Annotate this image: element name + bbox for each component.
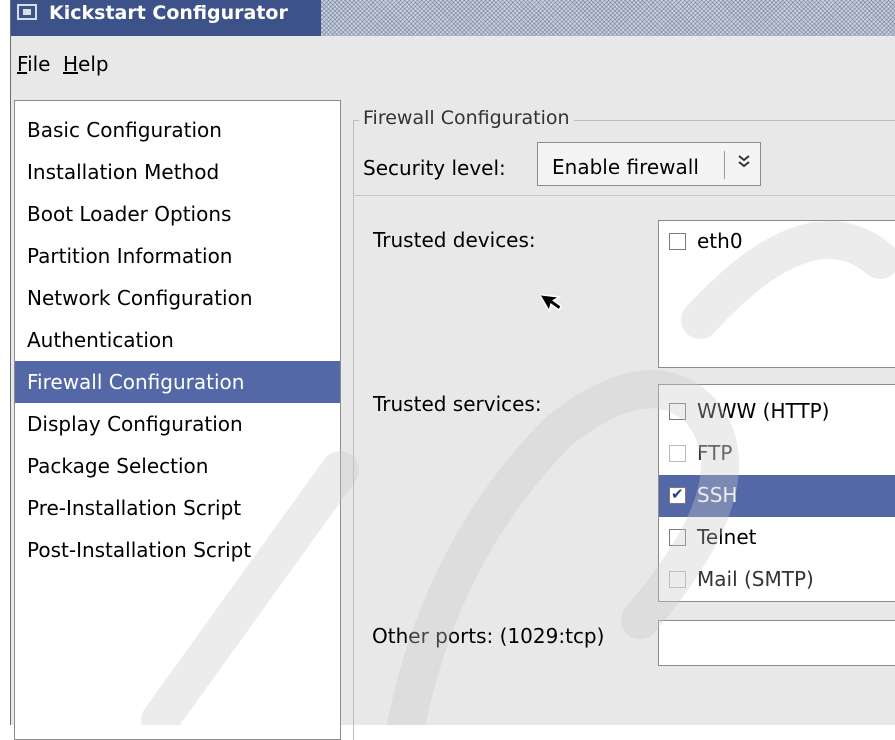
- sidebar-item-firewall-configuration[interactable]: Firewall Configuration: [15, 361, 340, 403]
- menu-help-label: elp: [78, 52, 109, 76]
- window-title: Kickstart Configurator: [49, 2, 288, 24]
- service-label-ssh: SSH: [697, 483, 738, 507]
- menu-help[interactable]: Help: [63, 52, 109, 76]
- menu-bar: File Help: [11, 40, 895, 92]
- menu-file[interactable]: File: [17, 52, 50, 76]
- sidebar-item-package-selection[interactable]: Package Selection: [15, 445, 340, 487]
- separator: [353, 195, 895, 196]
- service-checkbox-www[interactable]: [669, 403, 686, 420]
- security-level-label: Security level:: [363, 156, 506, 180]
- device-row-eth0[interactable]: eth0: [659, 221, 895, 263]
- trusted-devices-label: Trusted devices:: [373, 228, 536, 252]
- service-row-telnet[interactable]: Telnet: [659, 517, 895, 559]
- service-row-mail[interactable]: Mail (SMTP): [659, 559, 895, 601]
- service-checkbox-ftp[interactable]: [669, 445, 686, 462]
- service-checkbox-mail[interactable]: [669, 571, 686, 588]
- service-label-mail: Mail (SMTP): [697, 567, 814, 591]
- trusted-services-label: Trusted services:: [373, 392, 542, 416]
- sidebar-item-partition-information[interactable]: Partition Information: [15, 235, 340, 277]
- sidebar-item-basic-configuration[interactable]: Basic Configuration: [15, 109, 340, 151]
- service-checkbox-ssh[interactable]: [669, 485, 686, 504]
- device-label-eth0: eth0: [697, 229, 743, 253]
- select-divider: [724, 151, 725, 179]
- security-level-select[interactable]: Enable firewall: [537, 142, 761, 186]
- service-row-www[interactable]: WWW (HTTP): [659, 391, 895, 433]
- service-checkbox-telnet[interactable]: [669, 529, 686, 546]
- menu-file-label: ile: [27, 52, 51, 76]
- security-level-value: Enable firewall: [552, 155, 699, 179]
- menu-help-mnemonic: H: [63, 52, 79, 76]
- menu-file-mnemonic: F: [17, 52, 28, 76]
- window-menu-icon[interactable]: [17, 4, 37, 20]
- sidebar-item-installation-method[interactable]: Installation Method: [15, 151, 340, 193]
- sidebar-item-pre-installation-script[interactable]: Pre-Installation Script: [15, 487, 340, 529]
- service-label-telnet: Telnet: [697, 525, 757, 549]
- device-checkbox-eth0[interactable]: [669, 233, 686, 250]
- chevron-down-icon[interactable]: [734, 153, 754, 175]
- title-bar[interactable]: Kickstart Configurator: [11, 0, 895, 40]
- service-label-ftp: FTP: [697, 441, 733, 465]
- trusted-devices-list[interactable]: eth0: [658, 220, 895, 368]
- title-bar-pattern: [321, 0, 895, 36]
- mouse-pointer-icon: [541, 293, 563, 314]
- sidebar-item-network-configuration[interactable]: Network Configuration: [15, 277, 340, 319]
- sidebar-item-post-installation-script[interactable]: Post-Installation Script: [15, 529, 340, 571]
- sidebar-item-display-configuration[interactable]: Display Configuration: [15, 403, 340, 445]
- sidebar-list[interactable]: Basic Configuration Installation Method …: [14, 100, 341, 740]
- sidebar-item-boot-loader-options[interactable]: Boot Loader Options: [15, 193, 340, 235]
- trusted-services-list[interactable]: WWW (HTTP) FTP SSH Telnet Mail (SMTP): [658, 384, 895, 602]
- other-ports-input[interactable]: [658, 620, 895, 666]
- service-label-www: WWW (HTTP): [697, 399, 830, 423]
- sidebar-item-authentication[interactable]: Authentication: [15, 319, 340, 361]
- service-row-ssh[interactable]: SSH: [659, 475, 895, 517]
- other-ports-label: Other ports: (1029:tcp): [372, 624, 605, 648]
- service-row-ftp[interactable]: FTP: [659, 433, 895, 475]
- firewall-section-title: Firewall Configuration: [359, 107, 574, 129]
